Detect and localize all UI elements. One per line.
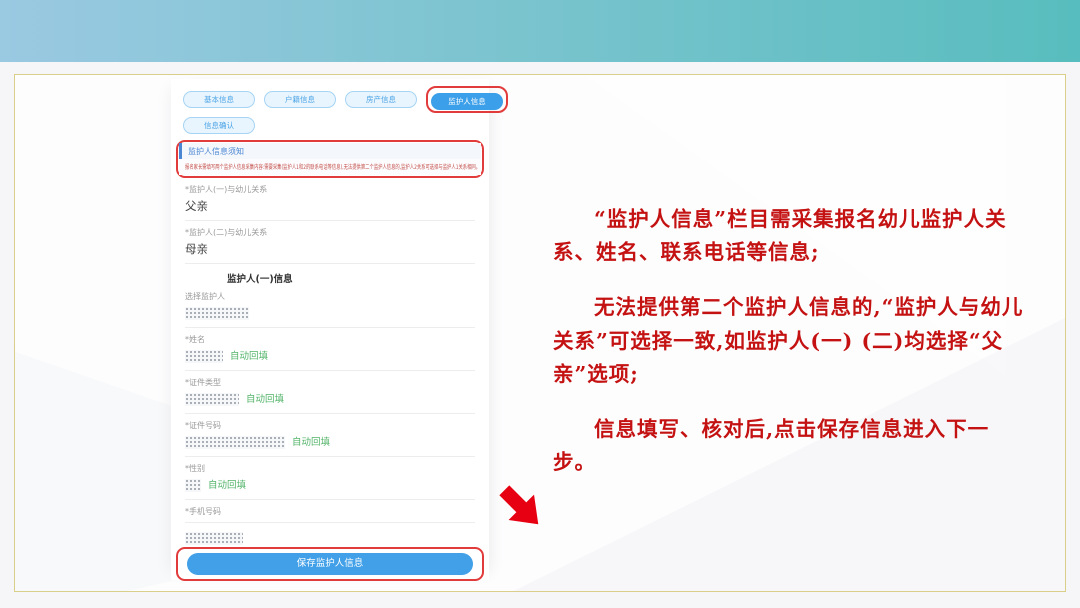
autofill-tag: 自动回填 — [292, 437, 330, 448]
content-area: 基本信息 户籍信息 房产信息 监护人信息 信息确认 监护人信息须知 报名家长需填… — [14, 74, 1066, 592]
registration-form: 基本信息 户籍信息 房产信息 监护人信息 信息确认 监护人信息须知 报名家长需填… — [171, 79, 489, 580]
field-gender: *性别 自动回填 — [185, 464, 475, 500]
field-label: *监护人(一)与幼儿关系 — [185, 185, 475, 195]
annotation-text: “监护人信息”栏目需采集报名幼儿监护人关系、姓名、联系电话等信息; 无法提供第二… — [553, 203, 1031, 501]
field-phone: *手机号码 — [185, 507, 475, 547]
select-guardian-input[interactable] — [185, 302, 475, 328]
tab-basic-info[interactable]: 基本信息 — [183, 91, 255, 108]
save-button-highlight-box: 保存监护人信息 — [176, 547, 484, 581]
redacted-value — [185, 350, 223, 363]
redacted-value — [185, 436, 285, 449]
tutorial-slide: 基本信息 户籍信息 房产信息 监护人信息 信息确认 监护人信息须知 报名家长需填… — [0, 0, 1080, 608]
field-name: *姓名 自动回填 — [185, 335, 475, 371]
notice-title: 监护人信息须知 — [179, 143, 481, 159]
name-input[interactable]: 自动回填 — [185, 345, 475, 371]
field-value: 父亲 — [185, 199, 208, 213]
field-label: 选择监护人 — [185, 292, 475, 302]
redacted-value — [185, 479, 201, 492]
id-number-input[interactable]: 自动回填 — [185, 431, 475, 457]
autofill-tag: 自动回填 — [246, 394, 284, 405]
guardian2-relation-select[interactable]: 母亲 — [185, 238, 475, 264]
field-label: *监护人(二)与幼儿关系 — [185, 228, 475, 238]
guardian1-section-title: 监护人(一)信息 — [227, 274, 475, 285]
guardian1-relation-select[interactable]: 父亲 — [185, 195, 475, 221]
field-label: *手机号码 — [185, 507, 475, 517]
field-id-type: *证件类型 自动回填 — [185, 378, 475, 414]
tab-property-info[interactable]: 房产信息 — [345, 91, 417, 108]
autofill-tag: 自动回填 — [230, 351, 268, 362]
annotation-paragraph-1: “监护人信息”栏目需采集报名幼儿监护人关系、姓名、联系电话等信息; — [553, 203, 1031, 269]
annotation-paragraph-3: 信息填写、核对后,点击保存信息进入下一步。 — [553, 413, 1031, 479]
notice-body-text: 报名家长需填写两个监护人信息采集内容:需要采集(监护人1和2的联系电话等信息),… — [185, 162, 480, 171]
form-tabs-row2: 信息确认 — [171, 113, 489, 134]
field-guardian1-relation: *监护人(一)与幼儿关系 父亲 — [185, 185, 475, 221]
top-banner — [0, 0, 1080, 62]
save-guardian-button[interactable]: 保存监护人信息 — [187, 553, 473, 575]
field-select-guardian: 选择监护人 — [185, 292, 475, 328]
form-tabs-row1: 基本信息 户籍信息 房产信息 监护人信息 — [171, 79, 489, 113]
field-underline — [185, 517, 475, 523]
redacted-value — [185, 532, 243, 545]
id-type-input[interactable]: 自动回填 — [185, 388, 475, 414]
tab-household-info[interactable]: 户籍信息 — [264, 91, 336, 108]
annotation-paragraph-2: 无法提供第二个监护人信息的,“监护人与幼儿关系”可选择一致,如监护人(一) (二… — [553, 291, 1031, 391]
form-fields: *监护人(一)与幼儿关系 父亲 *监护人(二)与幼儿关系 母亲 监护人(一)信息… — [171, 178, 489, 547]
field-label: *性别 — [185, 464, 475, 474]
red-arrow-icon — [493, 481, 551, 535]
notice-body: 报名家长需填写两个监护人信息采集内容:需要采集(监护人1和2的联系电话等信息),… — [179, 159, 481, 175]
field-guardian2-relation: *监护人(二)与幼儿关系 母亲 — [185, 228, 475, 264]
guardian-tab-highlight-box: 监护人信息 — [426, 86, 508, 113]
redacted-value — [185, 307, 249, 320]
autofill-tag: 自动回填 — [208, 480, 246, 491]
field-label: *姓名 — [185, 335, 475, 345]
notice-highlight-box: 监护人信息须知 报名家长需填写两个监护人信息采集内容:需要采集(监护人1和2的联… — [176, 140, 484, 178]
redacted-value — [185, 393, 239, 406]
tab-guardian-info[interactable]: 监护人信息 — [431, 93, 503, 110]
field-value: 母亲 — [185, 242, 208, 256]
tab-confirm-info[interactable]: 信息确认 — [183, 117, 255, 134]
field-label: *证件号码 — [185, 421, 475, 431]
gender-input[interactable]: 自动回填 — [185, 474, 475, 500]
field-id-number: *证件号码 自动回填 — [185, 421, 475, 457]
field-label: *证件类型 — [185, 378, 475, 388]
guardian-notice: 监护人信息须知 报名家长需填写两个监护人信息采集内容:需要采集(监护人1和2的联… — [179, 143, 481, 175]
